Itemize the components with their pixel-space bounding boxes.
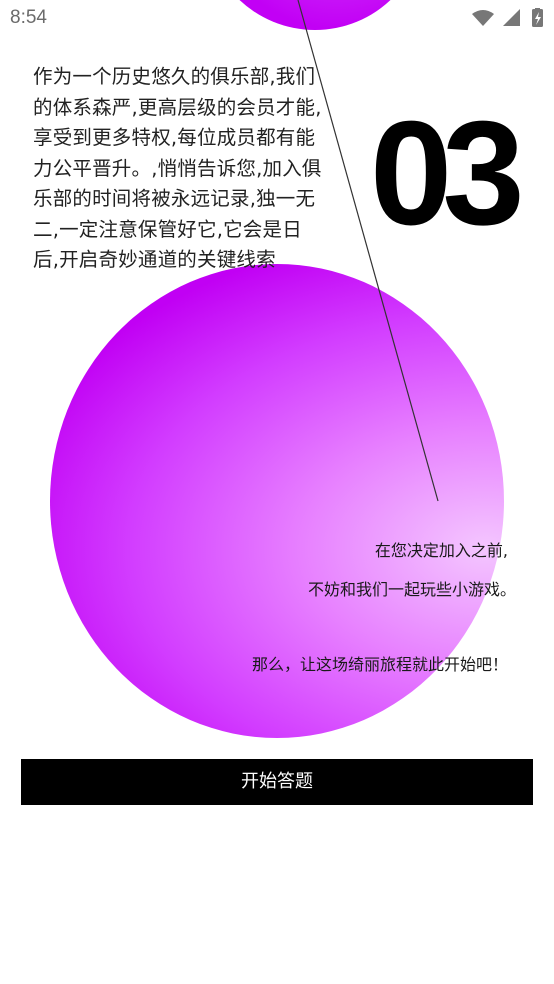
status-bar: 8:54 bbox=[0, 0, 554, 36]
message-line-3: 那么，让这场绮丽旅程就此开始吧！ bbox=[251, 655, 508, 674]
start-quiz-button[interactable]: 开始答题 bbox=[21, 759, 533, 805]
status-time: 8:54 bbox=[10, 7, 47, 28]
status-icons bbox=[472, 8, 543, 27]
battery-charging-icon bbox=[532, 8, 543, 27]
cellular-signal-icon bbox=[503, 9, 520, 26]
step-number: 03 bbox=[370, 91, 525, 256]
message-line-1: 在您决定加入之前, bbox=[374, 541, 508, 560]
intro-paragraph: 作为一个历史悠久的俱乐部,我们的体系森严,更高层级的会员才能,享受到更多特权,每… bbox=[33, 65, 322, 271]
wifi-icon bbox=[472, 10, 494, 26]
message-line-2: 不妨和我们一起玩些小游戏。 bbox=[307, 580, 516, 599]
